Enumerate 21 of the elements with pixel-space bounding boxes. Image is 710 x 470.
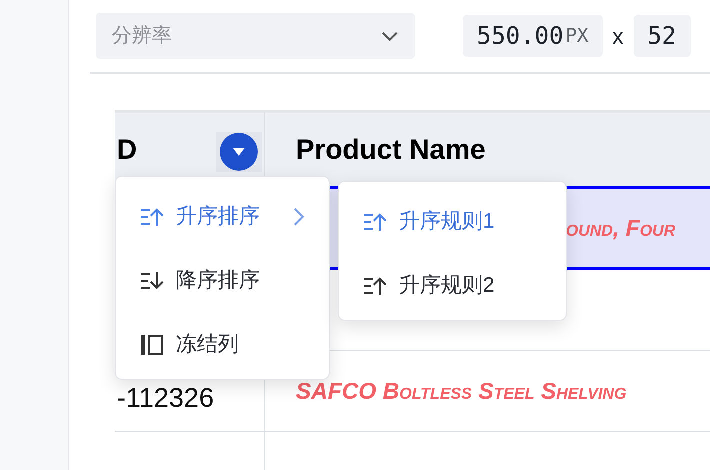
sort-descending-icon xyxy=(140,270,164,292)
width-field[interactable]: 550.00 PX xyxy=(463,15,603,57)
column-menu-button[interactable] xyxy=(216,132,262,172)
menu-item[interactable]: 升序规则2 xyxy=(339,254,566,318)
menu-item[interactable]: 降序排序 xyxy=(116,249,329,313)
sort-ascending-icon xyxy=(140,206,164,228)
separator-text: x xyxy=(612,22,624,50)
caret-icon xyxy=(232,147,246,157)
chevron-down-icon xyxy=(381,30,399,42)
menu-item[interactable]: 升序排序 xyxy=(116,185,329,249)
sort-ascending-icon xyxy=(363,275,387,297)
chevron-right-icon xyxy=(293,207,305,227)
column-header: Product Name xyxy=(295,133,487,167)
table-cell-text: SAFCO Boltless Steel Shelving xyxy=(296,376,627,406)
height-field[interactable]: 52 xyxy=(634,15,690,57)
unit-label: PX xyxy=(566,24,589,49)
table-cell-text: ound, Four xyxy=(566,214,676,243)
menu-item[interactable]: 升序规则1 xyxy=(339,190,566,254)
freeze-column-icon xyxy=(140,334,164,356)
table-cell-text: -112326 xyxy=(117,382,214,415)
sort-ascending-icon xyxy=(363,211,387,233)
